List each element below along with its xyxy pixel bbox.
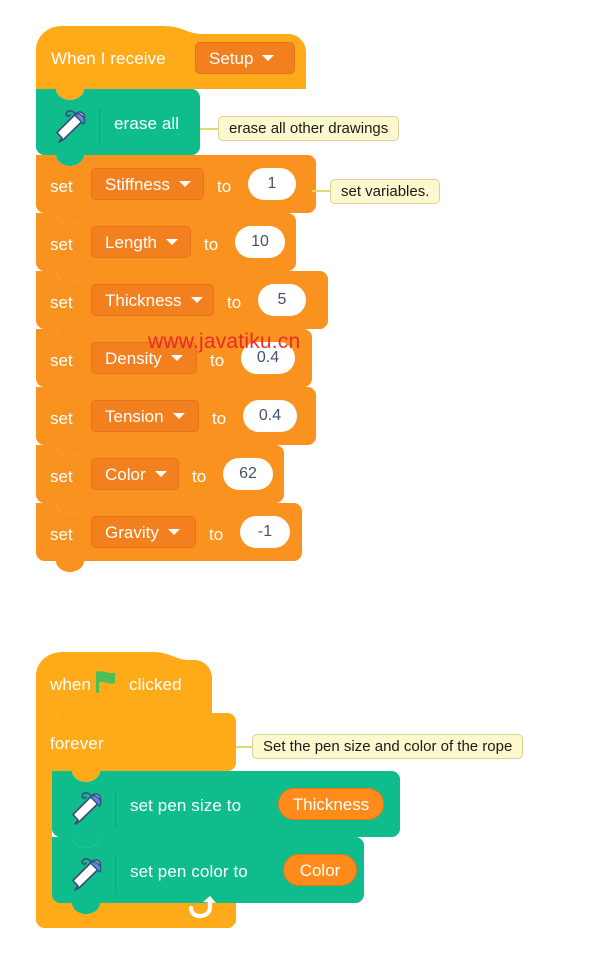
tension-variable-name: Tension [105, 406, 164, 426]
chevron-down-icon [178, 181, 191, 187]
comment-pen-settings[interactable]: Set the pen size and color of the rope [252, 734, 524, 759]
set-density-prefix: set [50, 351, 73, 370]
pen-icon [72, 792, 102, 825]
pen-block-divider [99, 108, 100, 146]
stiffness-variable-dropdown[interactable]: Stiffness [91, 168, 204, 200]
set-color-connector: to [192, 467, 207, 486]
workspace-canvas: When I receive Setup erase all set Stiff… [0, 0, 608, 964]
set-tension-prefix: set [50, 409, 73, 428]
pen-block-divider [115, 856, 116, 894]
set-length-prefix: set [50, 235, 73, 254]
when-flag-clicked-label-after: clicked [129, 675, 182, 694]
set-thickness-prefix: set [50, 293, 73, 312]
chevron-down-icon [166, 239, 178, 245]
tension-value-input[interactable]: 0.4 [243, 400, 297, 432]
thickness-variable-name: Thickness [105, 290, 182, 310]
thickness-variable-dropdown[interactable]: Thickness [91, 284, 214, 316]
stiffness-value-input[interactable]: 1 [248, 168, 296, 200]
color-variable-reporter[interactable]: Color [283, 854, 357, 886]
broadcast-dropdown[interactable]: Setup [195, 42, 295, 74]
forever-label: forever [50, 734, 104, 753]
green-flag-icon [96, 671, 115, 693]
color-value-input[interactable]: 62 [223, 458, 273, 490]
thickness-value-input[interactable]: 5 [258, 284, 306, 316]
erase-all-label: erase all [114, 114, 180, 133]
chevron-down-icon [190, 297, 203, 303]
set-stiffness-connector: to [217, 177, 232, 196]
tension-variable-dropdown[interactable]: Tension [91, 400, 199, 432]
gravity-variable-dropdown[interactable]: Gravity [91, 516, 196, 548]
set-gravity-prefix: set [50, 525, 73, 544]
set-tension-connector: to [212, 409, 227, 428]
thickness-variable-reporter[interactable]: Thickness [278, 788, 384, 820]
length-variable-dropdown[interactable]: Length [91, 226, 191, 258]
set-color-prefix: set [50, 467, 73, 486]
set-stiffness-prefix: set [50, 177, 73, 196]
length-variable-name: Length [105, 232, 157, 252]
set-thickness-connector: to [227, 293, 242, 312]
comment-erase-all[interactable]: erase all other drawings [218, 116, 400, 141]
comment-leader-erase-all [200, 128, 220, 130]
set-density-connector: to [210, 351, 225, 370]
loop-arrow-icon [188, 896, 216, 919]
comment-set-variables[interactable]: set variables. [330, 179, 441, 204]
color-variable-dropdown[interactable]: Color [91, 458, 179, 490]
when-flag-clicked-label-before: when [50, 675, 92, 694]
stiffness-variable-name: Stiffness [105, 174, 170, 194]
gravity-value-input[interactable]: -1 [240, 516, 290, 548]
broadcast-dropdown-value: Setup [209, 48, 254, 68]
set-pen-color-label: set pen color to [130, 862, 248, 881]
chevron-down-icon [262, 55, 275, 61]
set-gravity-connector: to [209, 525, 224, 544]
pen-icon [72, 858, 102, 891]
pen-block-divider [115, 790, 116, 828]
when-i-receive-label: When I receive [51, 49, 166, 68]
length-value-input[interactable]: 10 [235, 226, 285, 258]
color-variable-name: Color [105, 464, 146, 484]
chevron-down-icon [154, 471, 167, 477]
set-pen-size-label: set pen size to [130, 796, 242, 815]
set-length-connector: to [204, 235, 219, 254]
chevron-down-icon [170, 355, 183, 361]
site-watermark: www.javatiku.cn [148, 330, 301, 353]
chevron-down-icon [172, 413, 185, 419]
pen-icon [56, 110, 86, 143]
chevron-down-icon [167, 529, 180, 535]
gravity-variable-name: Gravity [105, 522, 159, 542]
comment-leader-set-variables [312, 190, 332, 192]
